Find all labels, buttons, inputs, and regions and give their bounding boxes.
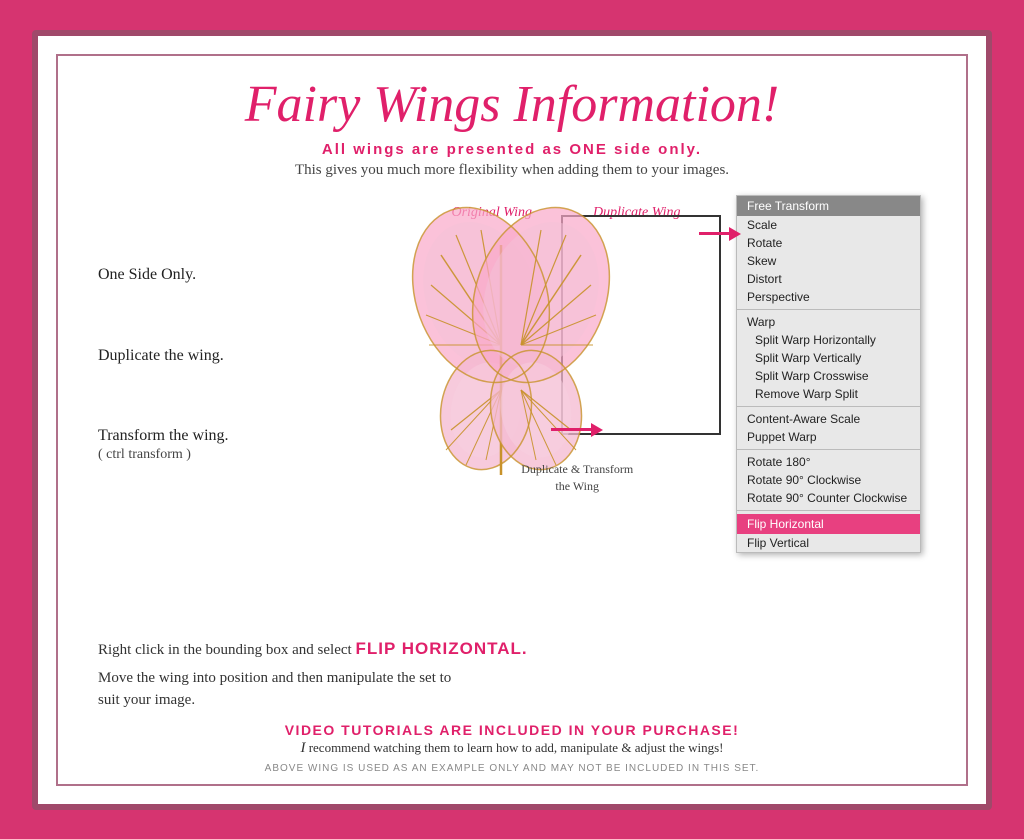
outer-border: Fairy Wings Information! All wings are p…	[32, 30, 992, 810]
menu-item-rotate-90-clockwise[interactable]: Rotate 90° Clockwise	[737, 471, 920, 489]
menu-item-distort[interactable]: Distort	[737, 270, 920, 288]
menu-divider	[737, 309, 920, 310]
move-instruction: Move the wing into position and then man…	[98, 667, 926, 712]
label-transform: Transform the wing. ( ctrl transform )	[98, 427, 386, 463]
menu-item-rotate[interactable]: Rotate	[737, 234, 920, 252]
menu-item-flip-horizontal[interactable]: Flip Horizontal	[737, 514, 920, 534]
page-title: Fairy Wings Information!	[245, 76, 779, 133]
main-content: One Side Only. Duplicate the wing. Trans…	[98, 195, 926, 633]
video-cta: VIDEO TUTORIALS ARE INCLUDED IN YOUR PUR…	[98, 722, 926, 738]
menu-divider	[737, 449, 920, 450]
menu-item-skew[interactable]: Skew	[737, 252, 920, 270]
menu-item-content-aware-scale[interactable]: Content-Aware Scale	[737, 410, 920, 428]
menu-item-perspective[interactable]: Perspective	[737, 288, 920, 306]
context-menu: Free TransformScaleRotateSkewDistortPers…	[736, 195, 921, 553]
menu-item-rotate-90-counter-clockwise[interactable]: Rotate 90° Counter Clockwise	[737, 489, 920, 507]
menu-divider	[737, 406, 920, 407]
menu-item-warp[interactable]: Warp	[737, 313, 920, 331]
wings-area: Original Wing Duplicate Wing	[411, 195, 721, 505]
wing-caption: Duplicate & Transform the Wing	[521, 461, 633, 495]
menu-item-scale[interactable]: Scale	[737, 216, 920, 234]
label-one-side: One Side Only.	[98, 266, 386, 284]
bottom-arrow-line	[551, 428, 591, 431]
bottom-arrow	[551, 423, 603, 437]
flip-instruction: Right click in the bounding box and sele…	[98, 639, 926, 659]
bottom-section: Right click in the bounding box and sele…	[98, 639, 926, 774]
menu-item-remove-warp-split[interactable]: Remove Warp Split	[737, 385, 920, 403]
menu-item-rotate-180[interactable]: Rotate 180°	[737, 453, 920, 471]
menu-divider	[737, 510, 920, 511]
recommend-text: I recommend watching them to learn how t…	[98, 740, 926, 757]
bottom-arrow-head	[591, 423, 603, 437]
menu-item-split-warp-horizontally[interactable]: Split Warp Horizontally	[737, 331, 920, 349]
center-panel: Original Wing Duplicate Wing	[406, 195, 726, 633]
arrow-head	[729, 227, 741, 241]
wings-svg	[411, 195, 611, 495]
menu-item-split-warp-vertically[interactable]: Split Warp Vertically	[737, 349, 920, 367]
menu-item-puppet-warp[interactable]: Puppet Warp	[737, 428, 920, 446]
inner-card: Fairy Wings Information! All wings are p…	[56, 54, 968, 786]
left-labels: One Side Only. Duplicate the wing. Trans…	[98, 195, 386, 495]
left-panel: One Side Only. Duplicate the wing. Trans…	[98, 195, 396, 633]
disclaimer: ABOVE WING IS USED AS AN EXAMPLE ONLY AN…	[98, 763, 926, 774]
subtitle-line1: All wings are presented as ONE side only…	[322, 141, 702, 158]
right-panel: Free TransformScaleRotateSkewDistortPers…	[736, 195, 926, 633]
subtitle-line2: This gives you much more flexibility whe…	[295, 162, 729, 179]
arrow-line	[699, 232, 729, 235]
menu-item-split-warp-crosswise[interactable]: Split Warp Crosswise	[737, 367, 920, 385]
menu-item-free-transform[interactable]: Free Transform	[737, 196, 920, 216]
menu-item-flip-vertical[interactable]: Flip Vertical	[737, 534, 920, 552]
label-duplicate: Duplicate the wing.	[98, 347, 386, 365]
menu-arrow	[699, 227, 741, 241]
